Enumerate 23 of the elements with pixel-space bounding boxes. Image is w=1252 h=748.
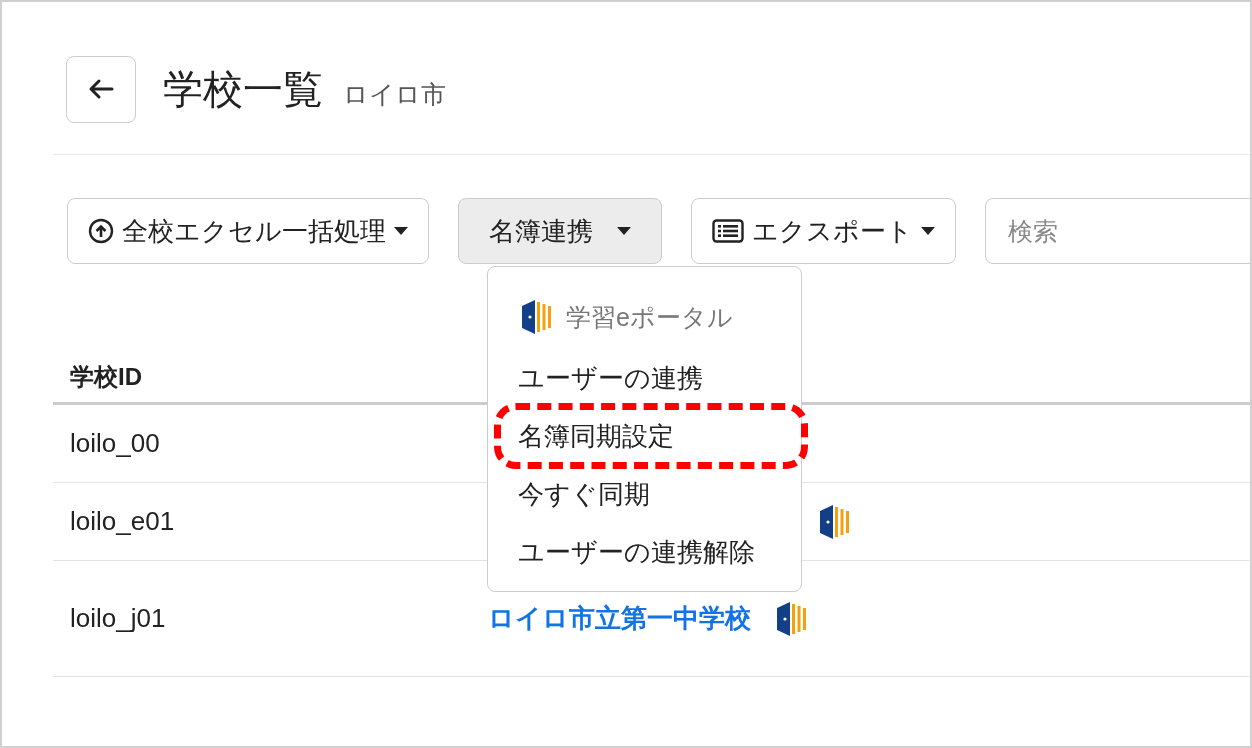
menu-item[interactable]: ユーザーの連携: [518, 360, 703, 396]
menu-item[interactable]: 名簿同期設定: [518, 418, 674, 454]
back-arrow-icon: [88, 78, 114, 100]
column-header: 学校ID: [70, 362, 142, 392]
table-cell-text: loilo_j01: [70, 603, 167, 634]
upload-icon: [88, 218, 114, 244]
menu-header: 学習eポータル: [566, 301, 733, 333]
back-button[interactable]: [66, 55, 136, 123]
menu-item[interactable]: 今すぐ同期: [518, 476, 650, 512]
page-title: 学校一覧: [163, 65, 323, 113]
caret-icon: [394, 227, 408, 235]
table-cell-text: loilo_00: [70, 428, 161, 459]
school-link[interactable]: ロイロ市立第一中学校: [488, 601, 751, 636]
dropdown-button[interactable]: エクスポート: [691, 198, 956, 264]
dropdown-button[interactable]: 全校エクセル一括処理: [67, 198, 429, 264]
table-cell-text: loilo_e01: [70, 506, 176, 537]
page-subtitle: ロイロ市: [343, 78, 446, 110]
menu-item[interactable]: ユーザーの連携解除: [518, 534, 755, 570]
caret-icon: [617, 227, 631, 235]
dropdown-button[interactable]: 名簿連携: [458, 198, 662, 264]
search-field[interactable]: 検索: [985, 198, 1250, 264]
caret-icon: [921, 227, 935, 235]
list-icon: [712, 219, 744, 243]
